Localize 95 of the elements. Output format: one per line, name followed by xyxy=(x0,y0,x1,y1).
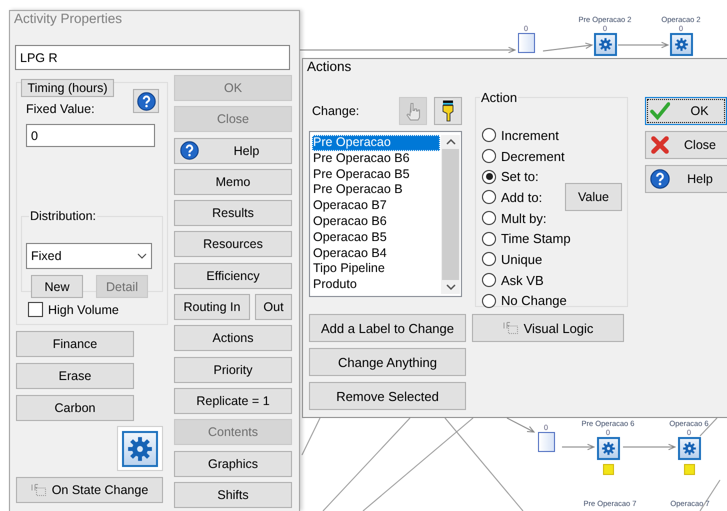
side-button[interactable]: Routing In xyxy=(174,294,250,320)
gear-icon xyxy=(600,441,616,456)
list-item[interactable]: Pre Operacao xyxy=(312,135,440,151)
connector-arrow xyxy=(562,444,596,450)
side-button[interactable]: Replicate = 1 xyxy=(174,388,292,414)
radio-button[interactable] xyxy=(482,252,496,266)
group-label: Action xyxy=(480,90,518,105)
check-icon xyxy=(650,101,670,121)
dialog-button[interactable]: OK xyxy=(645,97,727,125)
scroll-down-icon[interactable] xyxy=(446,283,456,291)
radio-button[interactable] xyxy=(482,273,496,288)
dialog-button[interactable]: Remove Selected xyxy=(309,382,466,410)
field-label: Change: xyxy=(311,104,360,118)
window-title: Actions xyxy=(306,59,352,76)
list-item[interactable]: Pre Operacao B xyxy=(312,182,440,198)
distribution-dropdown[interactable]: Fixed xyxy=(26,243,152,269)
queue-icon xyxy=(538,432,554,452)
dialog-button[interactable]: Help xyxy=(645,165,727,193)
gear-icon xyxy=(682,441,696,456)
radio-label: Increment xyxy=(501,128,559,143)
list-item[interactable]: Operacao B4 xyxy=(312,246,440,262)
radio-label: No Change xyxy=(501,293,567,308)
logic-icon xyxy=(30,484,46,496)
queue-icon xyxy=(518,33,534,53)
activity-node[interactable] xyxy=(678,437,700,460)
radio-button[interactable] xyxy=(482,149,496,164)
list-item[interactable]: Pre Operacao B6 xyxy=(312,150,440,167)
radio-button[interactable] xyxy=(482,170,496,184)
scroll-up-icon[interactable] xyxy=(446,138,456,146)
side-button[interactable]: Priority xyxy=(174,356,292,383)
side-button[interactable]: Out xyxy=(255,294,292,320)
connector-arrow xyxy=(618,42,670,48)
timing-tab[interactable]: Timing (hours) xyxy=(21,79,114,97)
activity-node[interactable] xyxy=(670,33,692,56)
gear-icon xyxy=(126,434,154,462)
activity-node[interactable] xyxy=(594,33,616,56)
list-item[interactable]: Tipo Pipeline xyxy=(312,261,440,278)
name-field[interactable]: LPG R xyxy=(15,45,290,70)
help-icon xyxy=(136,92,156,110)
list-item[interactable]: Operacao B5 xyxy=(312,230,440,246)
radio-button[interactable] xyxy=(482,232,496,246)
side-button[interactable]: Shifts xyxy=(174,482,292,508)
dialog-button[interactable]: Visual Logic xyxy=(472,314,624,342)
radio-label: Set to: xyxy=(501,169,539,184)
scrollbar[interactable] xyxy=(441,135,460,294)
dialog-button[interactable]: Finance xyxy=(16,331,134,357)
list-item[interactable]: Operacao B6 xyxy=(312,214,440,230)
hand-icon xyxy=(405,101,421,121)
value-field[interactable]: 0 xyxy=(26,124,155,147)
connector-arrow xyxy=(622,444,676,450)
radio-button[interactable] xyxy=(482,128,496,142)
side-button[interactable]: Memo xyxy=(174,168,292,195)
side-button[interactable]: Help xyxy=(174,138,292,164)
gear-button[interactable] xyxy=(117,426,163,471)
group-label: Distribution: xyxy=(29,209,97,223)
window-title: Activity Properties xyxy=(13,11,122,28)
dialog-button[interactable]: Carbon xyxy=(16,395,134,421)
dialog-button[interactable]: Close xyxy=(645,131,727,159)
radio-label: Add to: xyxy=(501,190,542,205)
gear-icon xyxy=(598,37,612,52)
chevron-icon xyxy=(137,253,147,259)
side-button[interactable]: Results xyxy=(174,200,292,226)
dialog-button[interactable]: Erase xyxy=(16,363,134,389)
radio-button[interactable] xyxy=(482,190,496,204)
activity-node[interactable] xyxy=(596,437,620,460)
radio-label: Time Stamp xyxy=(501,231,571,246)
checkbox[interactable] xyxy=(28,302,43,317)
help-icon xyxy=(650,169,670,189)
state-change-button[interactable]: On State Change xyxy=(16,477,163,503)
side-button[interactable]: Efficiency xyxy=(174,262,292,289)
side-button[interactable]: Graphics xyxy=(174,450,292,477)
checkbox-label: High Volume xyxy=(48,302,119,316)
radio-label: Mult by: xyxy=(501,210,547,226)
radio-button[interactable] xyxy=(482,211,496,226)
value-button[interactable]: Value xyxy=(565,183,622,212)
radio-label: Decrement xyxy=(501,148,565,164)
side-button[interactable]: Actions xyxy=(174,325,292,352)
connector-arrow xyxy=(542,42,594,52)
field-label: Fixed Value: xyxy=(26,102,96,116)
close-icon xyxy=(650,135,670,155)
help-icon xyxy=(180,141,199,160)
list-item[interactable]: Pre Operacao B5 xyxy=(312,166,440,182)
dialog-button[interactable]: New xyxy=(31,275,83,298)
gear-icon xyxy=(674,37,688,52)
help-button[interactable] xyxy=(133,89,159,113)
tool-button[interactable] xyxy=(434,97,462,125)
logic-icon xyxy=(502,322,518,334)
dialog-button[interactable]: Change Anything xyxy=(309,348,466,376)
list-item[interactable]: Operacao B7 xyxy=(312,198,440,214)
dialog-button[interactable]: Add a Label to Change xyxy=(309,314,466,342)
radio-label: Ask VB xyxy=(501,272,544,288)
radio-label: Unique xyxy=(501,252,542,267)
list-item[interactable]: Produto xyxy=(312,277,440,293)
radio-button[interactable] xyxy=(482,294,496,308)
side-button[interactable]: Resources xyxy=(174,231,292,258)
